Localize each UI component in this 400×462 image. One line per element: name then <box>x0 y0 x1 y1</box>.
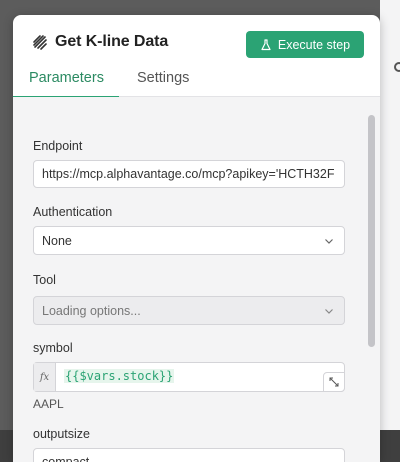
parameters-panel: Endpoint https://mcp.alphavantage.co/mcp… <box>13 97 380 462</box>
panel-scrollbar[interactable] <box>368 111 376 456</box>
execute-step-label: Execute step <box>277 37 351 52</box>
chevron-down-icon <box>325 239 333 244</box>
modal-title: Get K-line Data <box>55 33 169 50</box>
fx-badge: fx <box>34 363 56 391</box>
chevron-down-icon <box>325 309 333 314</box>
node-details-modal: Get K-line Data Execute step Parameters … <box>13 15 380 462</box>
tab-bar: Parameters Settings <box>13 70 380 98</box>
tab-settings[interactable]: Settings <box>137 70 189 97</box>
expand-icon <box>329 377 339 387</box>
node-lines-icon <box>33 35 47 50</box>
flask-icon <box>261 38 271 50</box>
endpoint-input[interactable]: https://mcp.alphavantage.co/mcp?apikey='… <box>33 160 345 188</box>
canvas-control-icon <box>394 62 400 72</box>
modal-header: Get K-line Data Execute step Parameters … <box>13 15 380 98</box>
symbol-expression-input[interactable]: fx {{$vars.stock}} <box>33 362 345 392</box>
execute-step-button[interactable]: Execute step <box>246 31 364 58</box>
outputsize-label: outputsize <box>33 427 90 441</box>
symbol-label: symbol <box>33 341 73 355</box>
tool-select[interactable]: Loading options... <box>33 296 345 325</box>
tool-value: Loading options... <box>42 303 141 318</box>
tool-label: Tool <box>33 273 56 287</box>
authentication-select[interactable]: None <box>33 226 345 255</box>
authentication-label: Authentication <box>33 205 113 219</box>
outputsize-input[interactable]: compact <box>33 448 345 462</box>
authentication-value: None <box>42 233 72 248</box>
scrollbar-thumb[interactable] <box>368 115 375 347</box>
symbol-expression: {{$vars.stock}} <box>64 369 175 383</box>
endpoint-label: Endpoint <box>33 139 83 153</box>
expand-editor-button[interactable] <box>323 372 345 392</box>
symbol-result: AAPL <box>33 397 64 411</box>
background-canvas-edge <box>380 0 400 430</box>
tab-parameters[interactable]: Parameters <box>13 70 119 98</box>
